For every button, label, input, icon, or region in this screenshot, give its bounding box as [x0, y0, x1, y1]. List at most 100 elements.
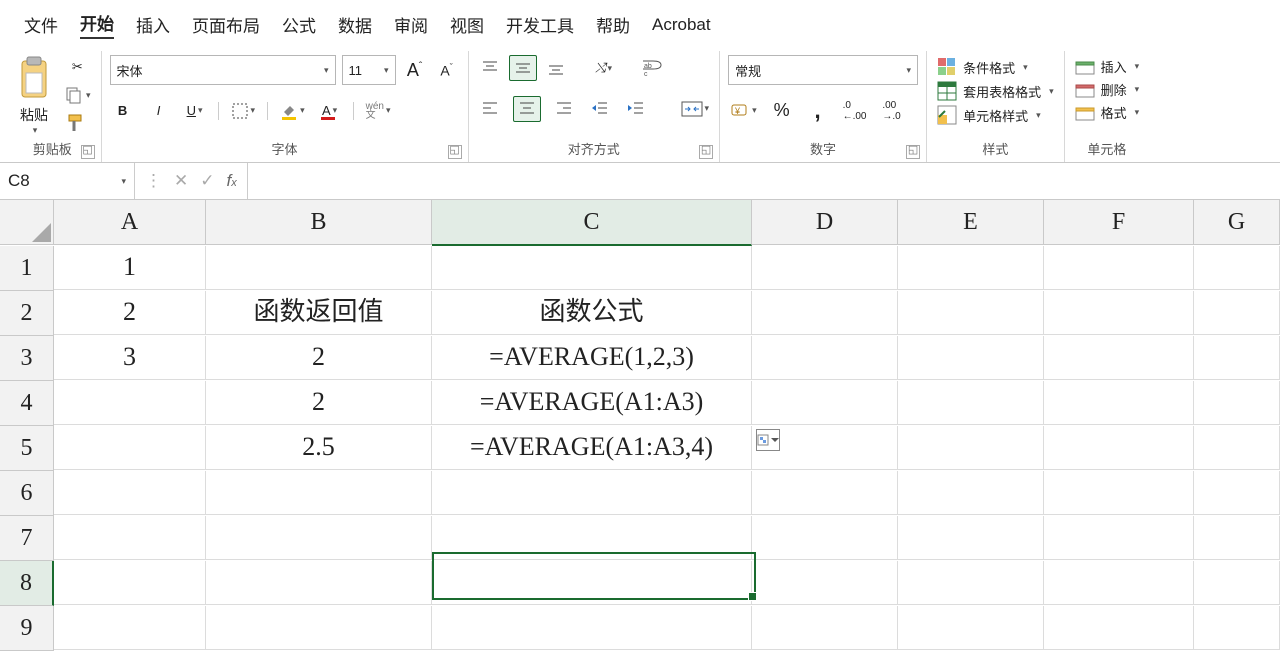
row-header-1[interactable]: 1: [0, 246, 54, 291]
conditional-format-button[interactable]: 条件格式▾: [935, 55, 1056, 79]
cell-A1[interactable]: 1: [54, 246, 206, 290]
cancel-formula-button[interactable]: ✕: [174, 171, 188, 191]
font-color-button[interactable]: A▾: [317, 99, 343, 123]
row-header-5[interactable]: 5: [0, 426, 54, 471]
cell-B1[interactable]: [206, 246, 432, 290]
cell-C5[interactable]: =AVERAGE(A1:A3,4): [432, 426, 752, 470]
cell-F3[interactable]: [1044, 336, 1194, 380]
cell-E9[interactable]: [898, 606, 1044, 650]
cell-F4[interactable]: [1044, 381, 1194, 425]
cell-D3[interactable]: [752, 336, 898, 380]
align-center-button[interactable]: [513, 96, 541, 122]
select-all-corner[interactable]: [0, 200, 54, 245]
cell-C7[interactable]: [432, 516, 752, 560]
cell-E6[interactable]: [898, 471, 1044, 515]
cell-D8[interactable]: [752, 561, 898, 605]
menu-review[interactable]: 审阅: [394, 12, 428, 37]
cell-E3[interactable]: [898, 336, 1044, 380]
cell-A8[interactable]: [54, 561, 206, 605]
cut-button[interactable]: ✂: [62, 55, 93, 79]
cell-D7[interactable]: [752, 516, 898, 560]
worksheet[interactable]: A B C D E F G 1 1 2 2 函数返回值 函数公式 3 3 2 =…: [0, 200, 1280, 651]
row-header-7[interactable]: 7: [0, 516, 54, 561]
cell-E8[interactable]: [898, 561, 1044, 605]
align-bottom-button[interactable]: [543, 56, 569, 80]
cell-G4[interactable]: [1194, 381, 1280, 425]
phonetic-button[interactable]: wén文▾: [364, 99, 393, 123]
paste-button[interactable]: 粘贴 ▾: [12, 55, 56, 136]
menu-data[interactable]: 数据: [338, 12, 372, 37]
row-header-8[interactable]: 8: [0, 561, 54, 606]
align-right-button[interactable]: [551, 97, 577, 121]
merge-center-button[interactable]: ▾: [679, 97, 712, 121]
accounting-format-button[interactable]: ¥▾: [728, 99, 759, 123]
row-header-2[interactable]: 2: [0, 291, 54, 336]
cell-E4[interactable]: [898, 381, 1044, 425]
row-header-6[interactable]: 6: [0, 471, 54, 516]
cell-B2[interactable]: 函数返回值: [206, 291, 432, 335]
col-header-G[interactable]: G: [1194, 200, 1280, 245]
number-launcher[interactable]: ◱: [906, 145, 920, 159]
cell-D4[interactable]: [752, 381, 898, 425]
col-header-E[interactable]: E: [898, 200, 1044, 245]
font-launcher[interactable]: ◱: [448, 145, 462, 159]
align-middle-button[interactable]: [509, 55, 537, 81]
align-top-button[interactable]: [477, 56, 503, 80]
col-header-D[interactable]: D: [752, 200, 898, 245]
paste-options-button[interactable]: [756, 429, 780, 451]
copy-button[interactable]: ▾: [62, 83, 93, 107]
cell-B3[interactable]: 2: [206, 336, 432, 380]
wrap-text-button[interactable]: abc: [639, 56, 665, 80]
col-header-A[interactable]: A: [54, 200, 206, 245]
cell-C8[interactable]: [432, 561, 752, 605]
menu-devtools[interactable]: 开发工具: [506, 12, 574, 37]
cell-G5[interactable]: [1194, 426, 1280, 470]
paste-dropdown[interactable]: ▾: [14, 125, 56, 136]
cell-G6[interactable]: [1194, 471, 1280, 515]
increase-font-button[interactable]: Aˆ: [402, 58, 428, 82]
cell-C6[interactable]: [432, 471, 752, 515]
menu-file[interactable]: 文件: [24, 12, 58, 37]
cell-B6[interactable]: [206, 471, 432, 515]
menu-home[interactable]: 开始: [80, 10, 114, 39]
cell-D9[interactable]: [752, 606, 898, 650]
cell-G2[interactable]: [1194, 291, 1280, 335]
cell-C9[interactable]: [432, 606, 752, 650]
menu-pagelayout[interactable]: 页面布局: [192, 12, 260, 37]
cell-A6[interactable]: [54, 471, 206, 515]
menu-help[interactable]: 帮助: [596, 12, 630, 37]
bold-button[interactable]: B: [110, 99, 136, 123]
cell-B7[interactable]: [206, 516, 432, 560]
delete-cells-button[interactable]: 删除▾: [1073, 78, 1142, 101]
table-format-button[interactable]: 套用表格格式▾: [935, 79, 1056, 103]
cell-G9[interactable]: [1194, 606, 1280, 650]
align-left-button[interactable]: [477, 97, 503, 121]
fx-button[interactable]: fx: [227, 171, 237, 191]
selection-handle[interactable]: [748, 592, 757, 601]
cell-C1[interactable]: [432, 246, 752, 290]
menu-acrobat[interactable]: Acrobat: [652, 15, 711, 35]
font-name-select[interactable]: 宋体▾: [110, 55, 336, 85]
menu-view[interactable]: 视图: [450, 12, 484, 37]
increase-indent-button[interactable]: [623, 97, 649, 121]
cell-F8[interactable]: [1044, 561, 1194, 605]
cell-C2[interactable]: 函数公式: [432, 291, 752, 335]
menu-insert[interactable]: 插入: [136, 12, 170, 37]
cell-D1[interactable]: [752, 246, 898, 290]
italic-button[interactable]: I: [146, 99, 172, 123]
cell-A2[interactable]: 2: [54, 291, 206, 335]
font-size-select[interactable]: 11▾: [342, 55, 396, 85]
cell-D2[interactable]: [752, 291, 898, 335]
cell-F7[interactable]: [1044, 516, 1194, 560]
cell-B9[interactable]: [206, 606, 432, 650]
col-header-F[interactable]: F: [1044, 200, 1194, 245]
menu-formulas[interactable]: 公式: [282, 12, 316, 37]
underline-button[interactable]: U▾: [182, 99, 208, 123]
cell-E1[interactable]: [898, 246, 1044, 290]
cell-C4[interactable]: =AVERAGE(A1:A3): [432, 381, 752, 425]
fill-color-button[interactable]: ▾: [278, 99, 307, 123]
cell-F1[interactable]: [1044, 246, 1194, 290]
cell-F5[interactable]: [1044, 426, 1194, 470]
cell-G3[interactable]: [1194, 336, 1280, 380]
row-header-9[interactable]: 9: [0, 606, 54, 651]
